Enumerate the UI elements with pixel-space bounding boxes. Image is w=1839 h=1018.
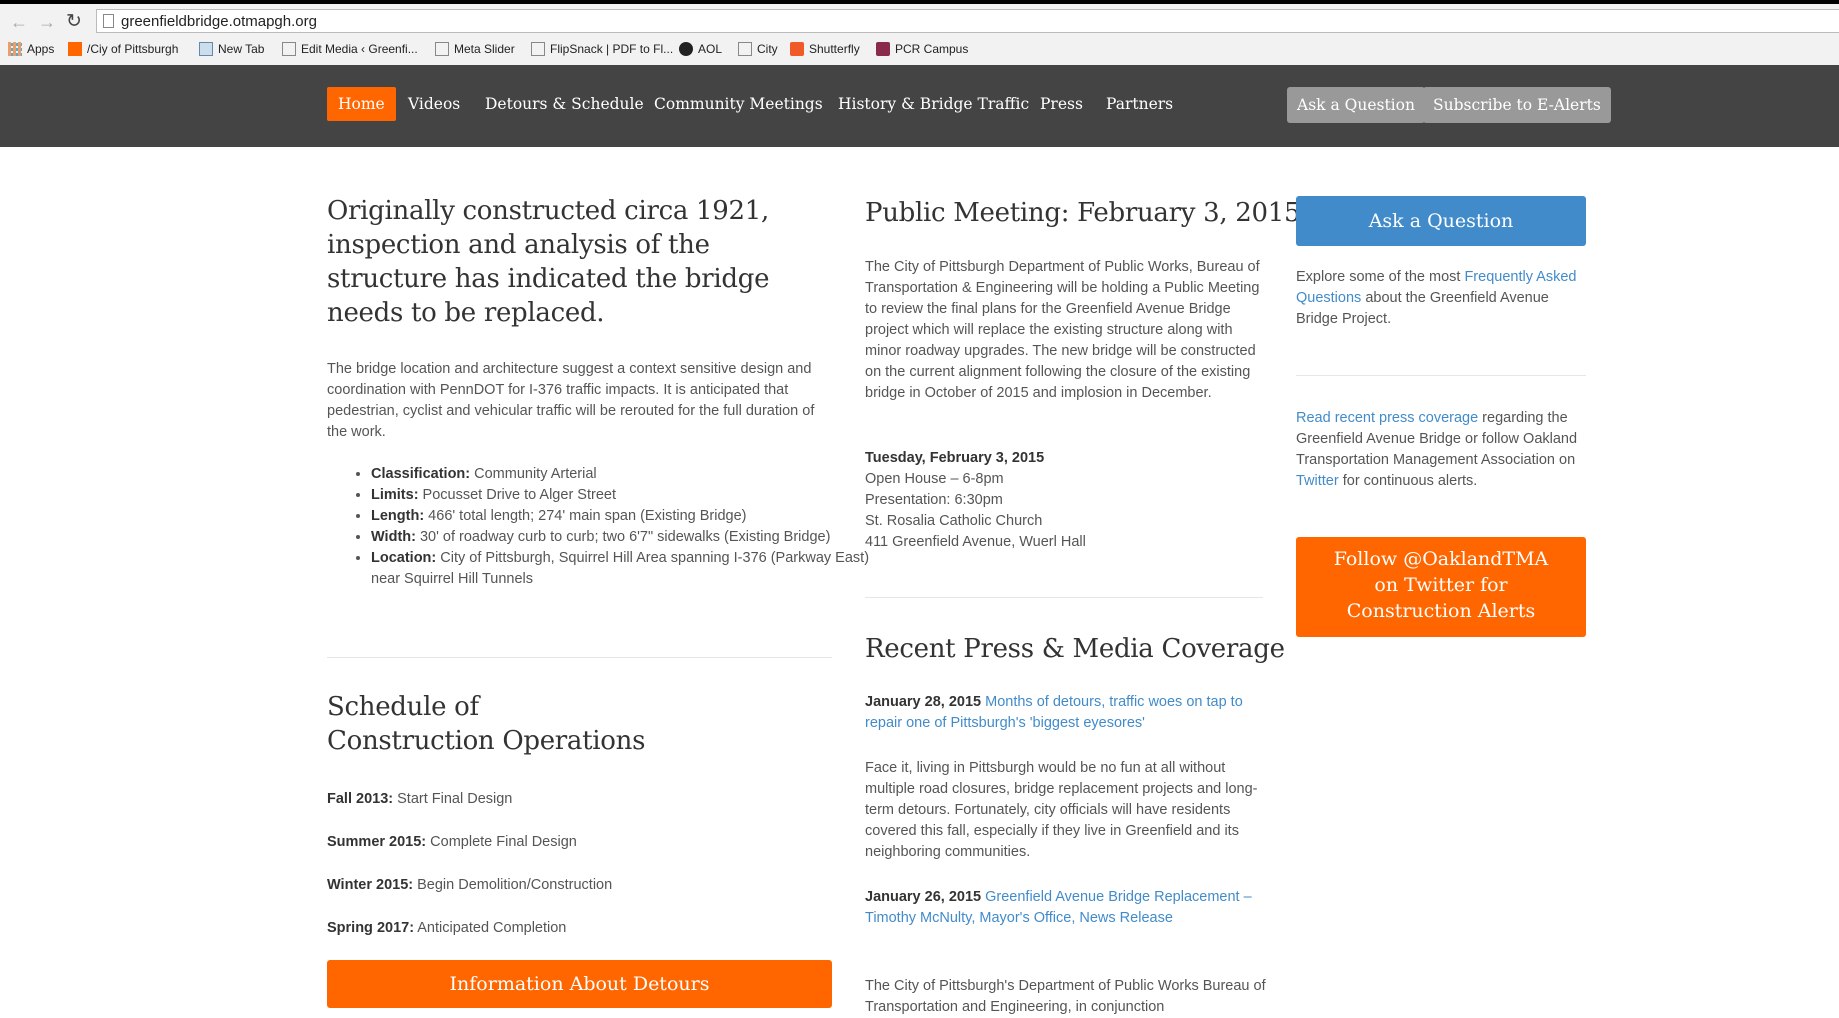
bookmark-edit-media[interactable]: Edit Media ‹ Greenfi... [282, 42, 418, 56]
bookmark-aol[interactable]: AOL [679, 42, 722, 56]
divider [327, 657, 832, 658]
list-item: Classification: Community Arterial [371, 464, 871, 485]
back-arrow-icon[interactable]: ← [10, 12, 28, 33]
apps-grid-icon [8, 42, 22, 56]
page-icon [531, 42, 545, 56]
main-content: Originally constructed circa 1921, inspe… [0, 147, 1839, 1017]
schedule-item: Summer 2015: Complete Final Design [327, 834, 577, 850]
nav-videos[interactable]: Videos [408, 87, 460, 121]
specs-list: Classification: Community Arterial Limit… [327, 464, 871, 590]
bookmark-meta-slider[interactable]: Meta Slider [435, 42, 515, 56]
nav-press[interactable]: Press [1040, 87, 1083, 121]
nav-ask-question-button[interactable]: Ask a Question [1287, 87, 1425, 123]
bookmark-city-of-pittsburgh[interactable]: /Ciy of Pittsburgh [68, 42, 178, 56]
list-item: Limits: Pocusset Drive to Alger Street [371, 485, 871, 506]
meeting-heading: Public Meeting: February 3, 2015 [865, 198, 1301, 228]
bookmark-shutterfly[interactable]: Shutterfly [790, 42, 860, 56]
meeting-paragraph: The City of Pittsburgh Department of Pub… [865, 259, 1260, 401]
bookmark-new-tab[interactable]: New Tab [199, 42, 264, 56]
meeting-details: Tuesday, February 3, 2015 Open House – 6… [865, 450, 1086, 550]
list-item: Length: 466' total length; 274' main spa… [371, 506, 871, 527]
browser-chrome: ← → ↻ greenfieldbridge.otmapgh.org Apps … [0, 0, 1839, 66]
press-item-body: Face it, living in Pittsburgh would be n… [865, 760, 1258, 860]
list-item: Location: City of Pittsburgh, Squirrel H… [371, 548, 871, 590]
schedule-item: Winter 2015: Begin Demolition/Constructi… [327, 877, 613, 893]
reload-icon[interactable]: ↻ [66, 10, 82, 33]
forward-arrow-icon[interactable]: → [38, 12, 56, 33]
nav-history-bridge-traffic[interactable]: History & Bridge Traffic [838, 87, 1029, 121]
twitter-link[interactable]: Twitter [1296, 473, 1339, 489]
window-top-bar [0, 0, 1839, 4]
ask-question-button[interactable]: Ask a Question [1296, 196, 1586, 246]
page-icon [282, 42, 296, 56]
bookmark-city[interactable]: City [738, 42, 778, 56]
press-heading: Recent Press & Media Coverage [865, 634, 1285, 664]
press-item-heading: January 26, 2015 Greenfield Avenue Bridg… [865, 889, 1252, 926]
e-favicon-icon [68, 42, 82, 56]
nav-home[interactable]: Home [327, 87, 396, 121]
schedule-heading: Schedule of Construction Operations [327, 692, 646, 756]
bookmarks-bar: Apps /Ciy of Pittsburgh New Tab Edit Med… [0, 38, 1839, 62]
nav-detours-schedule[interactable]: Detours & Schedule [485, 87, 644, 121]
nav-subscribe-button[interactable]: Subscribe to E-Alerts [1423, 87, 1611, 123]
press-item-heading: January 28, 2015 Months of detours, traf… [865, 694, 1243, 731]
bookmark-pcr-campus[interactable]: PCR Campus [876, 42, 968, 56]
site-navbar: Home Videos Detours & Schedule Community… [0, 65, 1839, 147]
newtab-favicon-icon [199, 42, 213, 56]
follow-twitter-button[interactable]: Follow @OaklandTMA on Twitter for Constr… [1296, 537, 1586, 637]
list-item: Width: 30' of roadway curb to curb; two … [371, 527, 871, 548]
url-text: greenfieldbridge.otmapgh.org [121, 13, 317, 30]
bookmark-apps[interactable]: Apps [8, 42, 54, 56]
meeting-date: Tuesday, February 3, 2015 [865, 450, 1045, 466]
pcr-favicon-icon [876, 42, 890, 56]
press-coverage-paragraph: Read recent press coverage regarding the… [1296, 410, 1578, 489]
address-bar[interactable]: greenfieldbridge.otmapgh.org [96, 9, 1839, 33]
shutterfly-favicon-icon [790, 42, 804, 56]
nav-community-meetings[interactable]: Community Meetings [654, 87, 823, 121]
press-coverage-link[interactable]: Read recent press coverage [1296, 410, 1478, 426]
bookmark-flipsnack[interactable]: FlipSnack | PDF to Fl... [531, 42, 673, 56]
page-icon [103, 14, 114, 28]
detours-info-button[interactable]: Information About Detours [327, 960, 832, 1008]
faq-paragraph: Explore some of the most Frequently Aske… [1296, 269, 1577, 327]
aol-favicon-icon [679, 42, 693, 56]
lead-heading: Originally constructed circa 1921, inspe… [327, 196, 770, 328]
intro-paragraph: The bridge location and architecture sug… [327, 361, 815, 440]
schedule-item: Fall 2013: Start Final Design [327, 791, 513, 807]
divider [1296, 375, 1586, 376]
schedule-item: Spring 2017: Anticipated Completion [327, 920, 567, 936]
page-icon [435, 42, 449, 56]
press-item-body: The City of Pittsburgh's Department of P… [865, 978, 1266, 1015]
page-icon [738, 42, 752, 56]
divider [865, 597, 1263, 598]
nav-partners[interactable]: Partners [1106, 87, 1173, 121]
